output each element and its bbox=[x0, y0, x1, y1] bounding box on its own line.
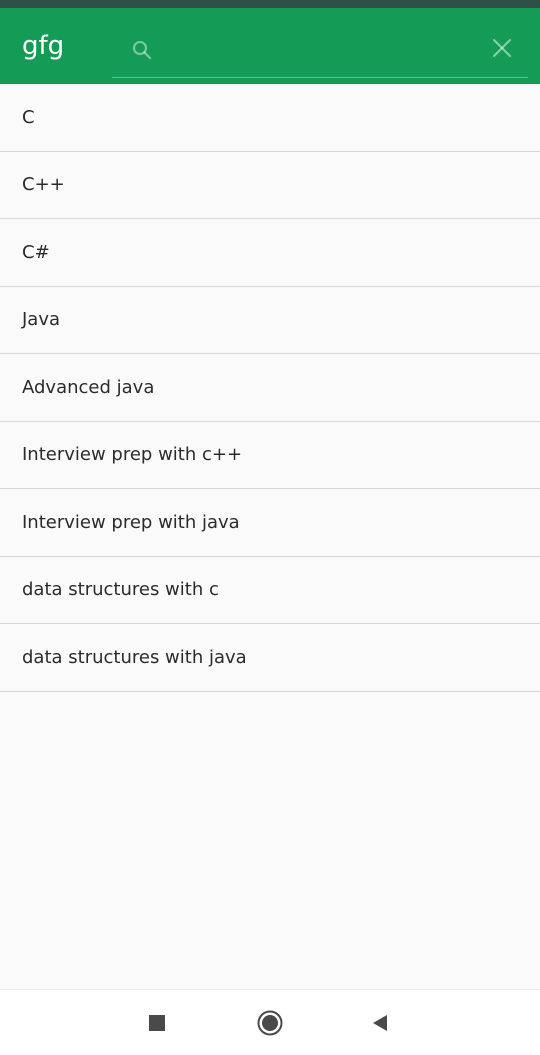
search-input[interactable] bbox=[156, 34, 466, 68]
close-icon[interactable] bbox=[488, 34, 516, 62]
list-item[interactable]: C# bbox=[0, 219, 540, 287]
list-item[interactable]: Java bbox=[0, 286, 540, 354]
home-icon[interactable] bbox=[255, 1008, 285, 1038]
list-item[interactable]: C++ bbox=[0, 151, 540, 219]
search-field[interactable] bbox=[112, 26, 528, 78]
system-nav-bar bbox=[0, 989, 540, 1055]
status-bar bbox=[0, 0, 540, 8]
list-item[interactable]: Interview prep with java bbox=[0, 489, 540, 557]
recents-icon[interactable] bbox=[142, 1008, 172, 1038]
list-item[interactable]: Advanced java bbox=[0, 354, 540, 422]
list-item[interactable]: data structures with java bbox=[0, 624, 540, 692]
course-list: C C++ C# Java Advanced java Interview pr… bbox=[0, 84, 540, 692]
list-item[interactable]: data structures with c bbox=[0, 556, 540, 624]
list-item[interactable]: Interview prep with c++ bbox=[0, 421, 540, 489]
search-icon bbox=[130, 38, 154, 62]
back-icon[interactable] bbox=[365, 1008, 395, 1038]
list-item[interactable]: C bbox=[0, 84, 540, 152]
app-title: gfg bbox=[22, 31, 65, 61]
app-bar: gfg bbox=[0, 8, 540, 84]
